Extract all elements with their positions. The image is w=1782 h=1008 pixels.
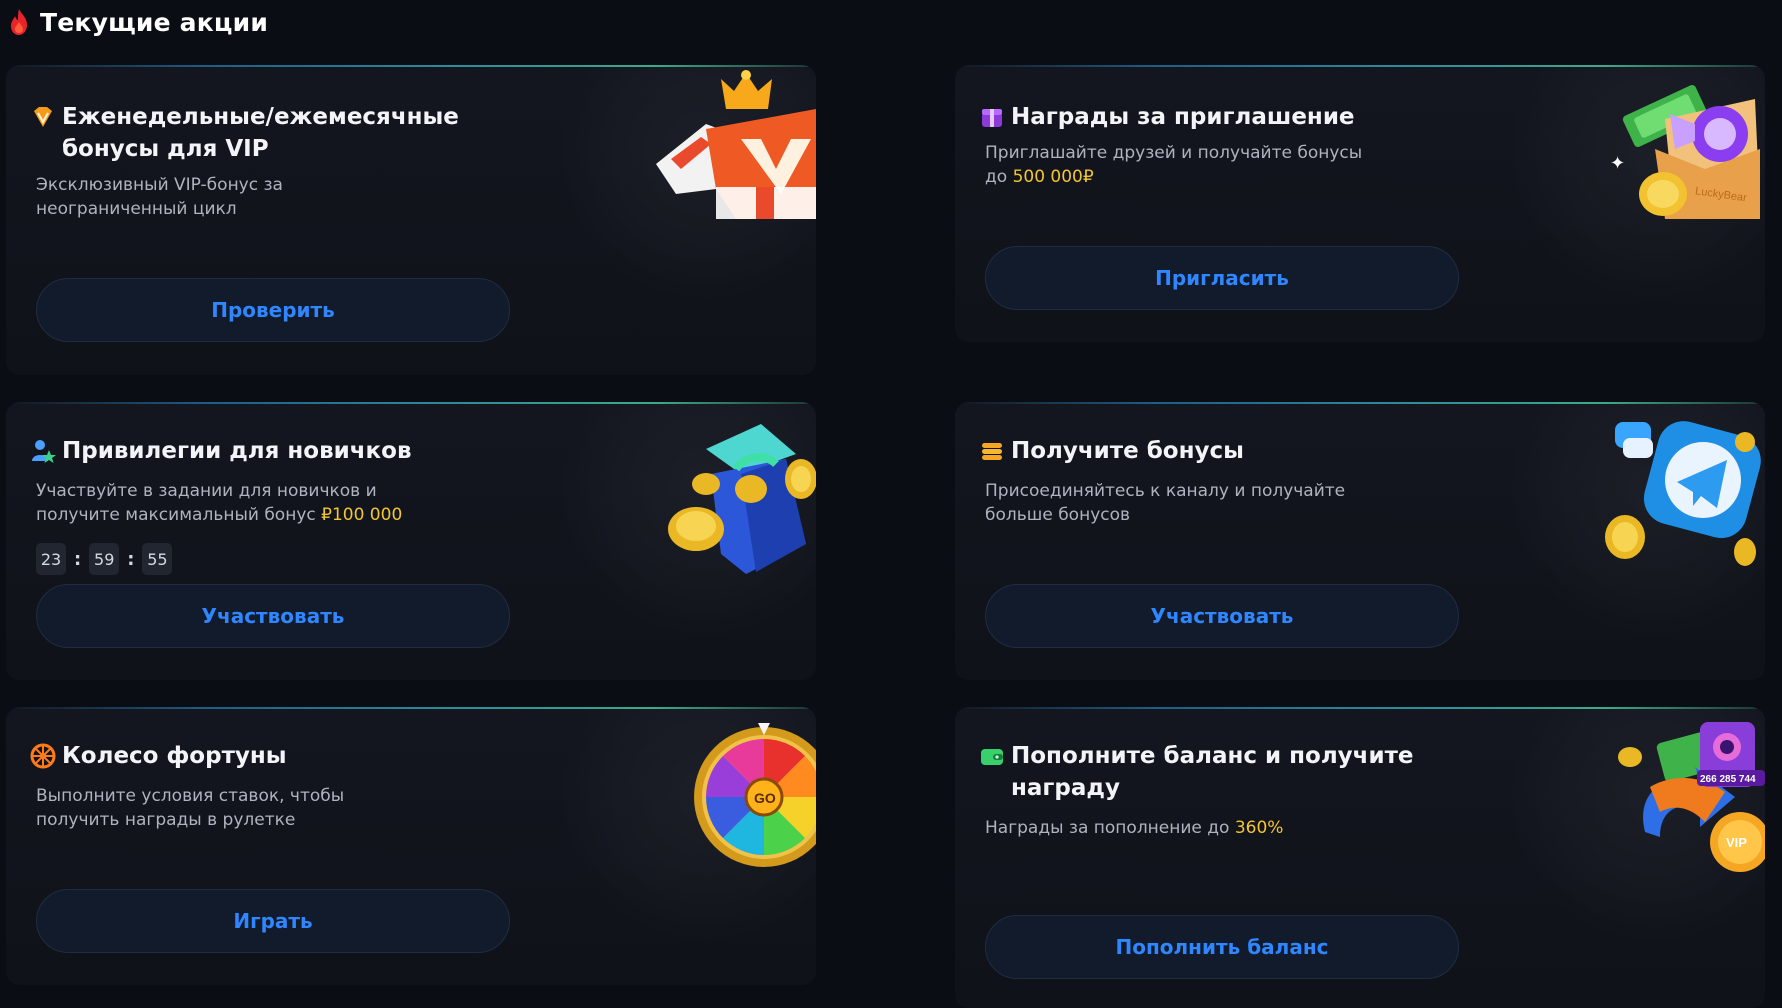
desc-line: Приглашайте друзей и получайте бонусы — [985, 143, 1363, 163]
invite-button[interactable]: Пригласить — [985, 246, 1459, 310]
card-title-line: награду — [1011, 775, 1120, 801]
card-title-telegram: Получите бонусы — [979, 435, 1244, 467]
countdown-timer: 23 : 59 : 55 — [36, 543, 173, 575]
invite-illustration: LuckyBear ✦ — [1610, 85, 1760, 219]
promo-card-newbie: Привилегии для новичков Участвуйте в зад… — [6, 402, 816, 680]
section-header: Текущие акции — [8, 2, 268, 42]
deposit-counter-label: 266 285 744 — [1700, 774, 1756, 785]
flame-icon — [11, 9, 27, 35]
telegram-illustration — [1605, 421, 1761, 566]
promo-card-vip: Еженедельные/ежемесячные бонусы для VIP … — [6, 65, 816, 375]
vip-badge-label: VIP — [1726, 835, 1747, 850]
vip-gift-illustration — [656, 70, 816, 219]
promo-card-telegram: Получите бонусы Присоединяйтесь к каналу… — [955, 402, 1765, 680]
user-star-icon — [32, 440, 56, 463]
play-button[interactable]: Играть — [36, 889, 510, 953]
card-title-newbie: Привилегии для новичков — [30, 435, 412, 467]
newbie-gift-illustration — [668, 424, 816, 574]
promotions-page: Текущие акции Еженедельные/ежемесячные б… — [0, 0, 1782, 1008]
coins-stack-icon — [982, 443, 1002, 460]
card-title-line: Еженедельные/ежемесячные — [62, 104, 459, 130]
desc-line: до 500 000₽ — [985, 165, 1362, 189]
card-title-line: Привилегии для новичков — [62, 438, 412, 464]
participate-button-newbie[interactable]: Участвовать — [36, 584, 510, 648]
card-title-line: Пополните баланс и получите — [1011, 743, 1414, 769]
participate-button-telegram[interactable]: Участвовать — [985, 584, 1459, 648]
desc-line: получите максимальный бонус ₽100 000 — [36, 503, 402, 527]
promo-card-wheel: Колесо фортуны Выполните условия ставок,… — [6, 707, 816, 985]
bonus-amount: 360% — [1234, 818, 1284, 838]
bonus-amount: ₽100 000 — [321, 505, 403, 525]
card-title-vip: Еженедельные/ежемесячные бонусы для VIP — [30, 101, 459, 165]
desc-text: до — [985, 167, 1013, 187]
card-title-line: Награды за приглашение — [1011, 104, 1355, 130]
bonus-amount: 500 000₽ — [1012, 167, 1094, 187]
card-title-deposit: Пополните баланс и получите награду — [979, 740, 1414, 804]
top-up-button[interactable]: Пополнить баланс — [985, 915, 1459, 979]
card-description: Присоединяйтесь к каналу и получайте бол… — [985, 479, 1345, 527]
wallet-icon — [981, 749, 1003, 765]
check-button[interactable]: Проверить — [36, 278, 510, 342]
wheel-icon — [30, 743, 56, 769]
svg-text:✦: ✦ — [1610, 153, 1625, 174]
timer-separator: : — [74, 548, 82, 570]
card-title-line: бонусы для VIP — [62, 136, 269, 162]
fortune-wheel-illustration: GO — [694, 723, 816, 867]
gift-box-icon — [982, 109, 1002, 127]
card-title-line: Колесо фортуны — [62, 743, 287, 769]
card-description: Выполните условия ставок, чтобы получить… — [36, 784, 344, 832]
desc-line: Выполните условия ставок, чтобы — [36, 786, 345, 806]
desc-line: Присоединяйтесь к каналу и получайте — [985, 481, 1346, 501]
desc-line: Участвуйте в задании для новичков и — [36, 481, 377, 501]
timer-minutes: 59 — [89, 543, 120, 575]
card-description: Эксклюзивный VIP-бонус за неограниченный… — [36, 173, 283, 221]
wheel-go-label: GO — [754, 790, 776, 806]
desc-line: Эксклюзивный VIP-бонус за — [36, 175, 283, 195]
vip-diamond-icon — [34, 107, 52, 127]
timer-seconds: 55 — [142, 543, 173, 575]
card-description: Приглашайте друзей и получайте бонусы до… — [985, 141, 1362, 189]
card-description: Награды за пополнение до 360% — [985, 816, 1283, 840]
desc-text: получите максимальный бонус — [36, 505, 322, 525]
section-title: Текущие акции — [40, 7, 269, 37]
timer-hours: 23 — [36, 543, 66, 575]
deposit-illustration: 266 285 744 VIP — [1618, 722, 1765, 872]
desc-line: больше бонусов — [985, 505, 1131, 525]
promo-card-deposit: Пополните баланс и получите награду Нагр… — [955, 707, 1765, 1008]
card-title-line: Получите бонусы — [1011, 438, 1244, 464]
card-title-invite: Награды за приглашение — [979, 101, 1355, 133]
card-title-wheel: Колесо фортуны — [30, 740, 287, 772]
timer-separator: : — [127, 548, 135, 570]
promo-card-invite: Награды за приглашение Приглашайте друзе… — [955, 65, 1765, 342]
desc-line: неограниченный цикл — [36, 199, 237, 219]
desc-text: Награды за пополнение до — [985, 818, 1235, 838]
card-description: Участвуйте в задании для новичков и полу… — [36, 479, 402, 527]
desc-line: Награды за пополнение до 360% — [985, 816, 1283, 840]
desc-line: получить награды в рулетке — [36, 810, 296, 830]
